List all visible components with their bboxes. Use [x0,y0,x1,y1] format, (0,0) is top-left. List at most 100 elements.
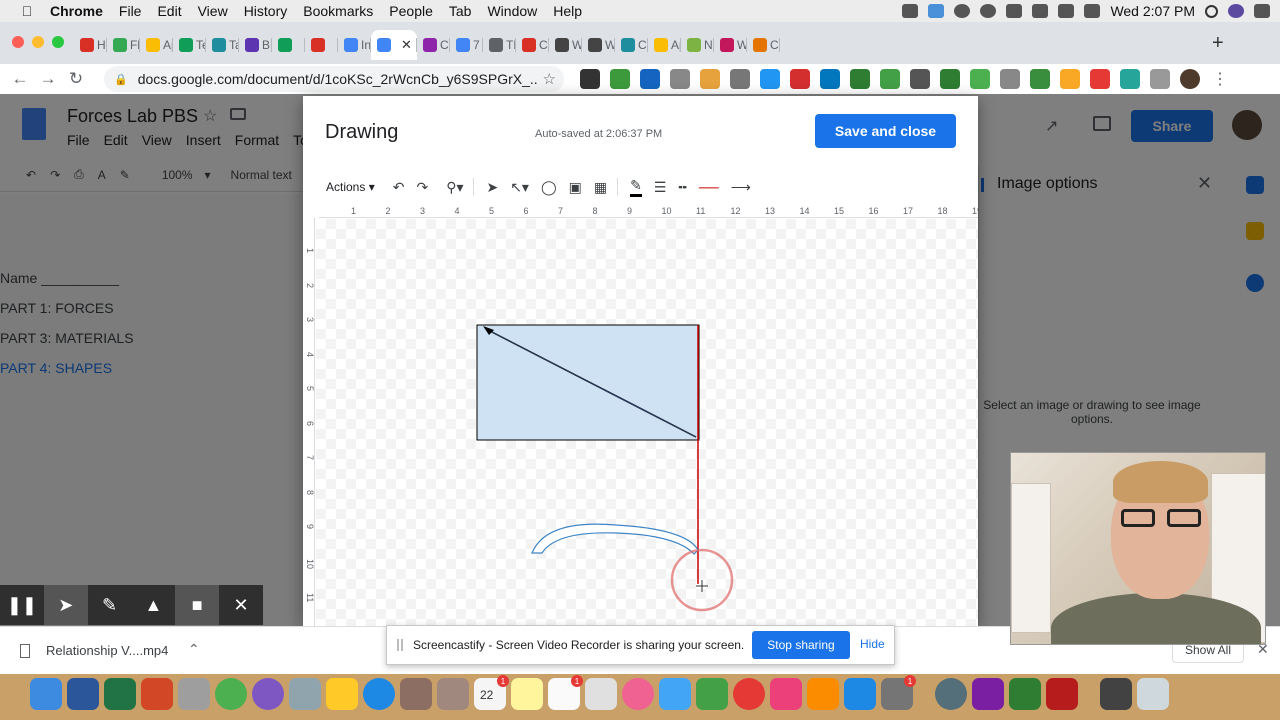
line-dash-icon[interactable]: ╍ [678,179,686,196]
extension-icon[interactable] [580,69,600,89]
close-window-button[interactable] [12,36,24,48]
books-icon[interactable] [807,678,839,710]
hide-button[interactable]: Hide [860,637,885,651]
drag-handle-icon[interactable] [397,639,403,651]
extension-icon[interactable] [610,69,630,89]
browser-tab[interactable]: We [549,30,582,60]
browser-tab[interactable] [305,30,338,60]
imovie-icon[interactable] [972,678,1004,710]
lock-icon[interactable]: 🔒 [114,73,128,86]
line-tool-icon[interactable]: ↖▾ [510,179,529,196]
evernote-status-icon[interactable] [980,4,997,18]
browser-tab[interactable]: Chr [747,30,780,60]
app-icon[interactable] [400,678,432,710]
launchpad-icon[interactable] [289,678,321,710]
word-icon[interactable] [67,678,99,710]
browser-tab[interactable]: BUI [239,30,272,60]
undo-icon[interactable]: ↶ [393,179,405,196]
webcam-preview[interactable] [1010,452,1266,645]
pen-tool-icon[interactable]: ✎ [88,585,132,625]
browser-tab[interactable]: Flip [107,30,140,60]
reminders-icon[interactable]: 1 [548,675,583,710]
wifi-icon[interactable] [1058,4,1075,18]
menu-edit[interactable]: Edit [157,3,181,19]
extension-icon[interactable] [1120,69,1140,89]
system-preferences-icon[interactable]: 1 [881,675,916,710]
evernote-icon[interactable] [1009,678,1041,710]
menu-file[interactable]: File [119,3,142,19]
extension-icon[interactable] [1060,69,1080,89]
battery-icon[interactable] [1084,4,1101,18]
browser-tab[interactable]: W.D [582,30,615,60]
facetime-icon[interactable] [696,678,728,710]
apple-icon[interactable]:  [18,3,36,19]
notes-icon[interactable] [511,678,543,710]
notification-center-icon[interactable] [1254,4,1270,18]
menu-people[interactable]: People [389,3,433,19]
app-icon[interactable] [178,678,210,710]
extension-icon[interactable] [820,69,840,89]
browser-tab[interactable]: 7 B [450,30,483,60]
browser-tab[interactable]: Cla [615,30,648,60]
extension-icon[interactable] [640,69,660,89]
excel-icon[interactable] [104,678,136,710]
app-store-icon[interactable] [844,678,876,710]
extension-icon[interactable] [730,69,750,89]
line-end-arrow-icon[interactable]: ⟶ [731,179,751,196]
bluetooth-icon[interactable] [1006,4,1023,18]
browser-tab[interactable]: Apr [140,30,173,60]
reload-button[interactable]: ↻ [62,69,90,89]
extension-icon[interactable] [1030,69,1050,89]
menu-bookmarks[interactable]: Bookmarks [303,3,373,19]
extension-icon[interactable] [790,69,810,89]
trash-icon[interactable] [1137,678,1169,710]
more-menu-icon[interactable]: ⋮ [1210,69,1230,89]
siri-icon[interactable] [252,678,284,710]
line-color-icon[interactable]: ✎ [630,177,642,197]
downloads-stack-icon[interactable] [1100,678,1132,710]
app-icon[interactable] [326,678,358,710]
clock[interactable]: Wed 2:07 PM [1110,3,1195,19]
extensions-menu-icon[interactable] [1150,69,1170,89]
extension-icon[interactable] [880,69,900,89]
forward-button[interactable]: → [34,69,62,89]
finder-icon[interactable] [30,678,62,710]
browser-tab[interactable]: Tas [206,30,239,60]
zoom-icon[interactable]: ⚲▾ [446,179,463,196]
select-icon[interactable]: ➤ [486,179,498,196]
camera-status-icon[interactable] [902,4,919,18]
close-icon[interactable]: ✕ [219,585,263,625]
browser-tab[interactable]: Tea [173,30,206,60]
shape-tool-icon[interactable]: ◯ [541,179,557,196]
textbox-icon[interactable]: ▣ [569,179,582,196]
photos-icon[interactable] [622,678,654,710]
sync-icon[interactable] [954,4,971,18]
close-tab-icon[interactable]: ✕ [401,37,412,53]
browser-tab[interactable] [272,30,305,60]
cursor-tool-icon[interactable]: ➤ [43,585,88,625]
extension-icon[interactable] [700,69,720,89]
airplay-icon[interactable] [1032,4,1049,18]
siri-icon[interactable] [1228,4,1244,18]
eraser-tool-icon[interactable]: ▲ [131,585,175,625]
menu-window[interactable]: Window [487,3,537,19]
browser-tab[interactable]: Apr [648,30,681,60]
address-bar[interactable]: 🔒 docs.google.com/document/d/1coKSc_2rWc… [104,66,564,92]
actions-menu-button[interactable]: Actions ▾ [326,180,375,194]
extension-icon[interactable] [1000,69,1020,89]
app-icon[interactable] [1046,678,1078,710]
profile-avatar[interactable] [1180,69,1200,89]
extension-icon[interactable] [850,69,870,89]
browser-tab[interactable]: Hap [74,30,107,60]
url-text[interactable]: docs.google.com/document/d/1coKSc_2rWcnC… [138,71,538,87]
new-tab-button[interactable]: + [1212,32,1224,55]
menu-app-name[interactable]: Chrome [50,3,103,19]
line-start-icon[interactable]: ── [699,179,719,195]
menu-history[interactable]: History [244,3,288,19]
app-icon[interactable] [437,678,469,710]
music-icon[interactable] [770,678,802,710]
chevron-up-icon[interactable]: ⌃ [188,641,200,658]
image-icon[interactable]: ▦ [594,179,607,196]
menu-help[interactable]: Help [553,3,582,19]
extension-icon[interactable] [760,69,780,89]
